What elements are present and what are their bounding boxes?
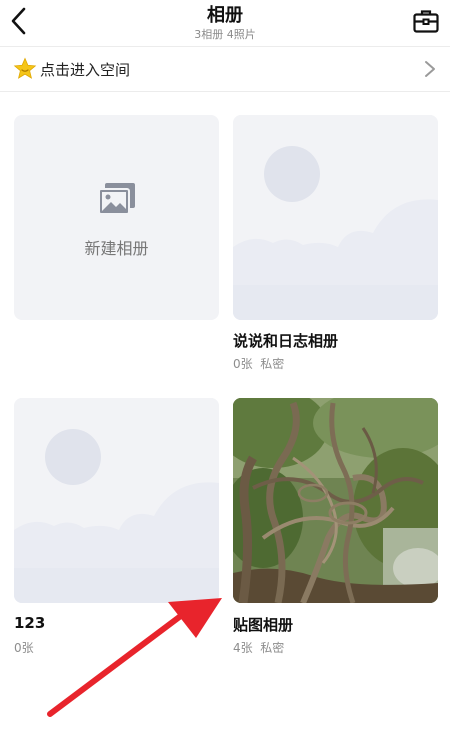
enter-space-row[interactable]: 点击进入空间 xyxy=(0,48,450,90)
star-badge-icon xyxy=(13,57,37,79)
new-album-label: 新建相册 xyxy=(84,239,149,258)
red-arrow-annotation xyxy=(47,598,222,717)
album-photo-count: 0张 xyxy=(233,357,253,371)
placeholder-landscape-illustration xyxy=(14,398,219,603)
new-album-tile[interactable]: 新建相册 xyxy=(14,115,219,320)
page-title: 相册 xyxy=(207,5,243,26)
album-cover-placeholder[interactable] xyxy=(14,398,219,603)
album-meta: 4张 私密 xyxy=(233,639,284,656)
chevron-right-icon xyxy=(425,61,435,77)
header-divider xyxy=(0,46,450,47)
gallery-icon xyxy=(98,183,135,215)
album-meta: 0张 私密 xyxy=(233,355,284,372)
header-bar: 相册 3相册 4照片 xyxy=(0,0,450,46)
enter-space-label: 点击进入空间 xyxy=(40,61,131,79)
album-name: 123 xyxy=(14,614,46,632)
toolbox-icon[interactable] xyxy=(412,7,440,35)
album-photo-count: 4张 xyxy=(233,641,253,655)
placeholder-landscape-illustration xyxy=(233,115,438,320)
album-name: 说说和日志相册 xyxy=(233,332,339,350)
album-cover-photo[interactable] xyxy=(233,398,438,603)
banner-divider xyxy=(0,91,450,92)
album-privacy: 私密 xyxy=(260,641,285,655)
album-cover-placeholder[interactable] xyxy=(233,115,438,320)
album-meta: 0张 xyxy=(14,639,34,656)
album-name: 贴图相册 xyxy=(233,616,294,634)
album-photo-count: 0张 xyxy=(14,641,34,655)
tree-vines-photo xyxy=(233,398,438,603)
album-privacy: 私密 xyxy=(260,357,285,371)
page-subtitle: 3相册 4照片 xyxy=(194,28,256,41)
